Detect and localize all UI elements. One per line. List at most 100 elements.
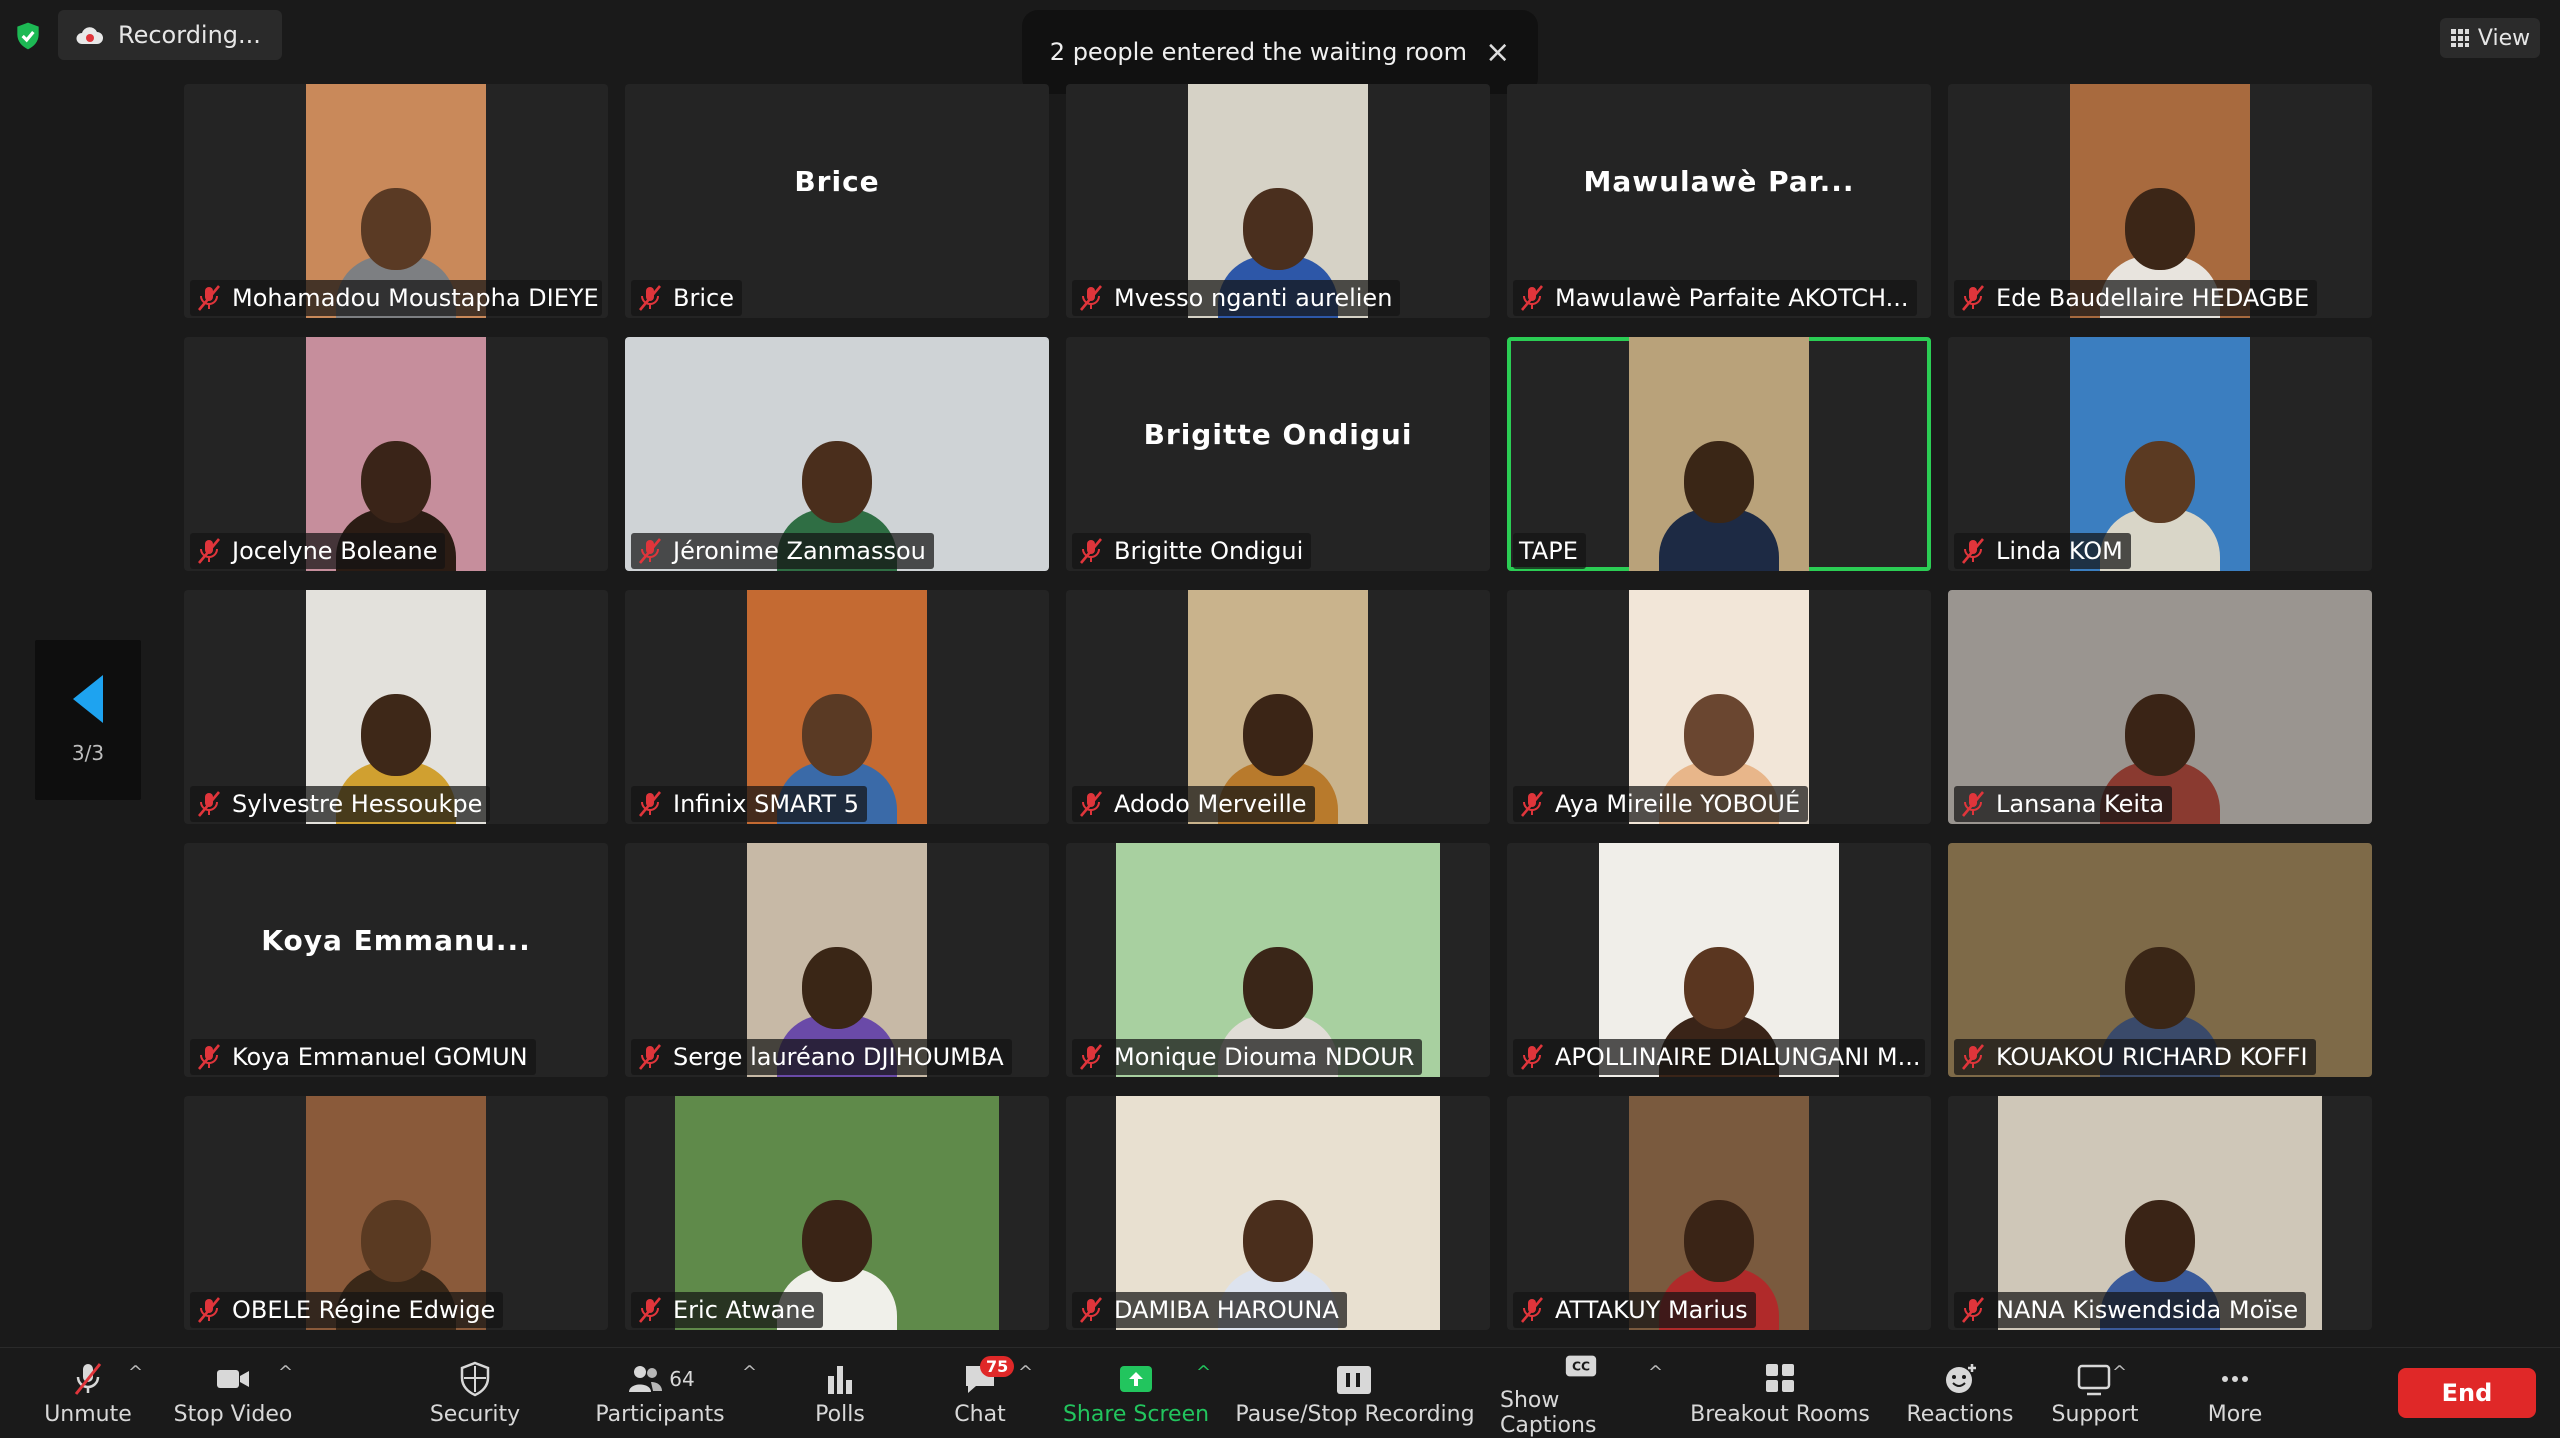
meeting-controls: Unmute ^ Stop Video ^ Security 64 Partic… bbox=[0, 1347, 2560, 1438]
participant-tile[interactable]: Jocelyne Boleane bbox=[184, 337, 608, 571]
participants-icon bbox=[629, 1365, 663, 1392]
participant-name: NANA Kiswendsida Moïse bbox=[1996, 1296, 2299, 1324]
participant-name: APOLLINAIRE DIALUNGANI M... bbox=[1555, 1043, 1921, 1071]
microphone-muted-icon bbox=[198, 538, 220, 564]
participant-name: Monique Diouma NDOUR bbox=[1114, 1043, 1415, 1071]
previous-page-button[interactable]: 3/3 bbox=[35, 640, 141, 800]
participant-tile[interactable]: APOLLINAIRE DIALUNGANI M... bbox=[1507, 843, 1931, 1077]
participant-tile[interactable]: NANA Kiswendsida Moïse bbox=[1948, 1096, 2372, 1330]
end-meeting-button[interactable]: End bbox=[2398, 1368, 2536, 1418]
participant-tile[interactable]: Brigitte Ondigui Brigitte Ondigui bbox=[1066, 337, 1490, 571]
chevron-up-icon[interactable]: ^ bbox=[742, 1362, 757, 1383]
participant-name-label: Serge lauréano DJIHOUMBA bbox=[631, 1039, 1012, 1075]
participant-display-name: Brice bbox=[794, 164, 880, 198]
security-button[interactable]: Security bbox=[420, 1348, 530, 1438]
participant-tile[interactable]: Jéronime Zanmassou bbox=[625, 337, 1049, 571]
participant-name: Sylvestre Hessoukpe bbox=[232, 790, 483, 818]
participant-tile[interactable]: ATTAKUY Marius bbox=[1507, 1096, 1931, 1330]
chat-button[interactable]: 75 Chat bbox=[935, 1348, 1025, 1438]
participant-display-name: Koya Emmanu... bbox=[261, 923, 531, 957]
participant-tile[interactable]: Aya Mireille YOBOUÉ bbox=[1507, 590, 1931, 824]
microphone-muted-icon bbox=[1080, 538, 1102, 564]
microphone-muted-icon bbox=[1080, 1297, 1102, 1323]
microphone-muted-icon bbox=[1080, 1044, 1102, 1070]
participant-name: Koya Emmanuel GOMUN bbox=[232, 1043, 528, 1071]
chevron-up-icon[interactable]: ^ bbox=[2112, 1362, 2127, 1383]
unmute-button[interactable]: Unmute bbox=[38, 1348, 138, 1438]
close-icon[interactable]: × bbox=[1485, 35, 1510, 70]
support-label: Support bbox=[2051, 1401, 2139, 1427]
participant-tile[interactable]: Lansana Keita bbox=[1948, 590, 2372, 824]
participant-tile[interactable]: Koya Emmanu... Koya Emmanuel GOMUN bbox=[184, 843, 608, 1077]
participant-tile[interactable]: Mvesso nganti aurelien bbox=[1066, 84, 1490, 318]
participant-name-label: ATTAKUY Marius bbox=[1513, 1292, 1756, 1328]
participant-name-label: Aya Mireille YOBOUÉ bbox=[1513, 786, 1809, 822]
cloud-recording-icon bbox=[76, 27, 103, 44]
participant-name-label: Adodo Merveille bbox=[1072, 786, 1315, 822]
stop-video-label: Stop Video bbox=[173, 1401, 293, 1427]
participant-name: Lansana Keita bbox=[1996, 790, 2165, 818]
microphone-muted-icon bbox=[1962, 1044, 1984, 1070]
participant-tile[interactable]: Linda KOM bbox=[1948, 337, 2372, 571]
support-button[interactable]: Support bbox=[2045, 1348, 2145, 1438]
participant-tile[interactable]: DAMIBA HAROUNA bbox=[1066, 1096, 1490, 1330]
participant-name: TAPE bbox=[1519, 537, 1578, 565]
pause-stop-recording-button[interactable]: Pause/Stop Recording bbox=[1230, 1348, 1480, 1438]
microphone-muted-icon bbox=[639, 538, 661, 564]
participants-count: 64 bbox=[669, 1366, 695, 1391]
share-screen-button[interactable]: Share Screen bbox=[1058, 1348, 1214, 1438]
participant-tile[interactable]: Adodo Merveille bbox=[1066, 590, 1490, 824]
participant-name-label: Infinix SMART 5 bbox=[631, 786, 867, 822]
participant-name: Infinix SMART 5 bbox=[673, 790, 859, 818]
view-label: View bbox=[2477, 25, 2531, 51]
participant-tile[interactable]: Monique Diouma NDOUR bbox=[1066, 843, 1490, 1077]
participant-name-label: NANA Kiswendsida Moïse bbox=[1954, 1292, 2307, 1328]
participant-name: DAMIBA HAROUNA bbox=[1114, 1296, 1339, 1324]
participant-tile[interactable]: OBELE Régine Edwige bbox=[184, 1096, 608, 1330]
participant-name-label: OBELE Régine Edwige bbox=[190, 1292, 504, 1328]
participant-name: Linda KOM bbox=[1996, 537, 2123, 565]
participant-name: Jéronime Zanmassou bbox=[673, 537, 926, 565]
breakout-rooms-button[interactable]: Breakout Rooms bbox=[1690, 1348, 1870, 1438]
participant-name-label: APOLLINAIRE DIALUNGANI M... bbox=[1513, 1039, 1925, 1075]
participant-tile[interactable]: Brice Brice bbox=[625, 84, 1049, 318]
recording-indicator[interactable]: Recording... bbox=[58, 10, 282, 60]
microphone-muted-icon bbox=[639, 1044, 661, 1070]
participant-tile[interactable]: Serge lauréano DJIHOUMBA bbox=[625, 843, 1049, 1077]
participant-tile[interactable]: Sylvestre Hessoukpe bbox=[184, 590, 608, 824]
chevron-up-icon[interactable]: ^ bbox=[128, 1362, 143, 1383]
microphone-muted-icon bbox=[198, 285, 220, 311]
show-captions-button[interactable]: CC Show Captions bbox=[1500, 1348, 1662, 1438]
participant-name-label: Jocelyne Boleane bbox=[190, 533, 446, 569]
chevron-up-icon[interactable]: ^ bbox=[1196, 1362, 1211, 1383]
participant-tile[interactable]: KOUAKOU RICHARD KOFFI bbox=[1948, 843, 2372, 1077]
participant-tile[interactable]: Ede Baudellaire HEDAGBE bbox=[1948, 84, 2372, 318]
microphone-muted-icon bbox=[198, 1297, 220, 1323]
participant-tile[interactable]: Eric Atwane bbox=[625, 1096, 1049, 1330]
polls-label: Polls bbox=[815, 1401, 865, 1427]
participant-name: Ede Baudellaire HEDAGBE bbox=[1996, 284, 2310, 312]
more-button[interactable]: More bbox=[2185, 1348, 2285, 1438]
reactions-smiley-icon bbox=[1946, 1363, 1976, 1393]
chevron-up-icon[interactable]: ^ bbox=[1018, 1362, 1033, 1383]
microphone-muted-icon bbox=[639, 791, 661, 817]
participant-name-label: Mohamadou Moustapha DIEYE bbox=[190, 280, 602, 316]
polls-button[interactable]: Polls bbox=[795, 1348, 885, 1438]
participant-name: Adodo Merveille bbox=[1114, 790, 1307, 818]
video-camera-icon bbox=[217, 1369, 249, 1388]
participants-button[interactable]: 64 Participants bbox=[590, 1348, 730, 1438]
unmute-label: Unmute bbox=[44, 1401, 132, 1427]
grid-view-icon bbox=[2450, 29, 2469, 47]
participant-tile[interactable]: Mawulawè Par... Mawulawè Parfaite AKOTCH.… bbox=[1507, 84, 1931, 318]
chevron-up-icon[interactable]: ^ bbox=[278, 1362, 293, 1383]
participant-name-label: Brice bbox=[631, 280, 742, 316]
reactions-button[interactable]: Reactions bbox=[1900, 1348, 2020, 1438]
participant-name: Jocelyne Boleane bbox=[232, 537, 438, 565]
participant-tile[interactable]: Infinix SMART 5 bbox=[625, 590, 1049, 824]
chevron-up-icon[interactable]: ^ bbox=[1648, 1362, 1663, 1383]
microphone-muted-icon bbox=[1962, 791, 1984, 817]
participant-tile[interactable]: Mohamadou Moustapha DIEYE bbox=[184, 84, 608, 318]
captions-label: Show Captions bbox=[1500, 1388, 1597, 1438]
view-button[interactable]: View bbox=[2440, 18, 2540, 58]
participant-tile[interactable]: TAPE bbox=[1507, 337, 1931, 571]
